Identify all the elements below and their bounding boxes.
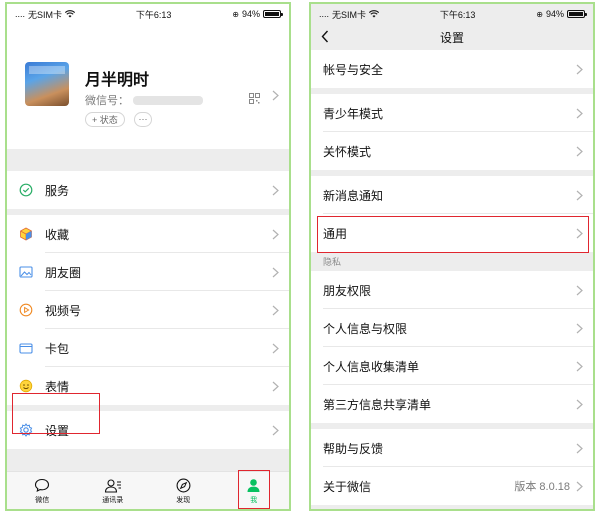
battery-percent: 94% (545, 9, 564, 19)
page-title: 设置 (439, 30, 464, 45)
tab-chats[interactable]: 微信 (7, 472, 78, 509)
menu-item-label: 服务 (45, 183, 70, 198)
chevron-right-icon (272, 381, 279, 391)
version-label: 版本 8.0.18 (514, 481, 570, 493)
tab-contacts[interactable]: 通讯录 (78, 472, 149, 509)
settings-item-label: 帐号与安全 (323, 62, 384, 77)
qr-code-icon[interactable] (249, 93, 260, 104)
battery-icon (263, 10, 283, 18)
settings-item-about-wechat[interactable]: 关于微信 版本 8.0.18 (311, 467, 593, 505)
chevron-right-icon (576, 481, 583, 491)
card-wallet-icon (19, 341, 33, 355)
menu-item-moments[interactable]: 朋友圈 (7, 253, 289, 291)
contacts-icon (104, 477, 122, 495)
status-bar: .... 无SIM卡 下午6:13 ⊕ 94% (7, 4, 289, 24)
battery-icon (567, 10, 587, 18)
chevron-right-icon (272, 425, 279, 435)
wifi-icon (369, 10, 380, 18)
tab-label: 发现 (176, 496, 191, 504)
service-icon (19, 183, 33, 197)
favorites-icon (19, 227, 33, 241)
settings-item-friend-permissions[interactable]: 朋友权限 (311, 271, 593, 309)
signal-indicator: .... (319, 9, 330, 19)
wechat-id-label: 微信号： (85, 95, 129, 107)
settings-item-label: 朋友权限 (323, 283, 372, 298)
chevron-right-icon (576, 108, 583, 118)
status-bar: .... 无SIM卡 下午6:13 ⊕ 94% (311, 4, 593, 24)
chevron-right-icon (272, 185, 279, 195)
menu-item-label: 表情 (45, 379, 70, 394)
chevron-right-icon (576, 64, 583, 74)
settings-item-care-mode[interactable]: 关怀模式 (311, 132, 593, 170)
menu-item-label: 卡包 (45, 341, 70, 356)
chevron-right-icon (576, 190, 583, 200)
moments-icon (19, 265, 33, 279)
menu-item-label: 视频号 (45, 303, 82, 318)
compass-icon (176, 477, 191, 495)
stickers-icon (19, 379, 33, 393)
menu-item-service[interactable]: 服务 (7, 171, 289, 209)
nav-bar: 设置 (311, 24, 593, 50)
carrier-label: 无SIM卡 (28, 9, 63, 20)
me-page-screen: .... 无SIM卡 下午6:13 ⊕ 94% 月半明时 微信号： + 状态 ·… (5, 2, 291, 511)
settings-item-label: 关怀模式 (323, 144, 372, 159)
menu-item-channels[interactable]: 视频号 (7, 291, 289, 329)
settings-item-label: 关于微信 (323, 479, 372, 494)
status-time: 下午6:13 (439, 9, 476, 20)
channels-icon (19, 303, 33, 317)
settings-item-label: 个人信息与权限 (323, 321, 408, 336)
menu-item-label: 收藏 (45, 227, 70, 242)
status-time: 下午6:13 (135, 9, 172, 20)
chevron-right-icon (272, 305, 279, 315)
settings-item-personal-info-permissions[interactable]: 个人信息与权限 (311, 309, 593, 347)
settings-page-screen: .... 无SIM卡 下午6:13 ⊕ 94% 设置 帐号与安全 青少年模式 关… (309, 2, 595, 511)
chevron-right-icon (272, 90, 279, 101)
signal-indicator: .... (15, 9, 26, 19)
orientation-lock-icon: ⊕ (232, 9, 239, 19)
settings-item-help-feedback[interactable]: 帮助与反馈 (311, 429, 593, 467)
settings-highlight-box (12, 393, 100, 434)
settings-item-teen-mode[interactable]: 青少年模式 (311, 94, 593, 132)
wechat-id-redacted (133, 95, 203, 105)
nickname: 月半明时 (85, 72, 150, 89)
wifi-icon (65, 10, 76, 18)
menu-item-label: 朋友圈 (45, 265, 82, 280)
settings-item-info-collection-list[interactable]: 个人信息收集清单 (311, 347, 593, 385)
back-arrow-icon[interactable] (321, 30, 329, 43)
chevron-right-icon (576, 285, 583, 295)
chevron-right-icon (576, 443, 583, 453)
menu-item-favorites[interactable]: 收藏 (7, 215, 289, 253)
settings-item-notifications[interactable]: 新消息通知 (311, 176, 593, 214)
settings-item-third-party-sharing-list[interactable]: 第三方信息共享清单 (311, 385, 593, 423)
chevron-right-icon (272, 229, 279, 239)
more-button[interactable]: ··· (134, 112, 152, 127)
settings-item-label: 帮助与反馈 (323, 441, 384, 456)
orientation-lock-icon: ⊕ (536, 9, 543, 19)
settings-item-label: 第三方信息共享清单 (323, 397, 432, 412)
settings-item-label: 新消息通知 (323, 188, 384, 203)
tab-label: 微信 (35, 496, 50, 504)
chevron-right-icon (576, 146, 583, 156)
me-tab-highlight-box (238, 470, 270, 509)
settings-item-label: 青少年模式 (323, 106, 384, 121)
carrier-label: 无SIM卡 (332, 9, 367, 20)
tab-discover[interactable]: 发现 (148, 472, 219, 509)
chevron-right-icon (272, 343, 279, 353)
tab-label: 通讯录 (102, 496, 124, 504)
chat-bubble-icon (34, 477, 50, 495)
profile-header[interactable]: 月半明时 微信号： + 状态 ··· (7, 24, 289, 149)
settings-item-account-security[interactable]: 帐号与安全 (311, 50, 593, 88)
battery-percent: 94% (241, 9, 260, 19)
privacy-section-label: 隐私 (311, 252, 593, 271)
chevron-right-icon (576, 323, 583, 333)
general-highlight-box (317, 216, 589, 253)
wechat-id-row: 微信号： (85, 92, 203, 108)
chevron-right-icon (576, 361, 583, 371)
add-status-button[interactable]: + 状态 (85, 112, 125, 127)
menu-item-card-wallet[interactable]: 卡包 (7, 329, 289, 367)
settings-item-label: 个人信息收集清单 (323, 359, 420, 374)
chevron-right-icon (272, 267, 279, 277)
avatar[interactable] (25, 62, 69, 106)
chevron-right-icon (576, 399, 583, 409)
